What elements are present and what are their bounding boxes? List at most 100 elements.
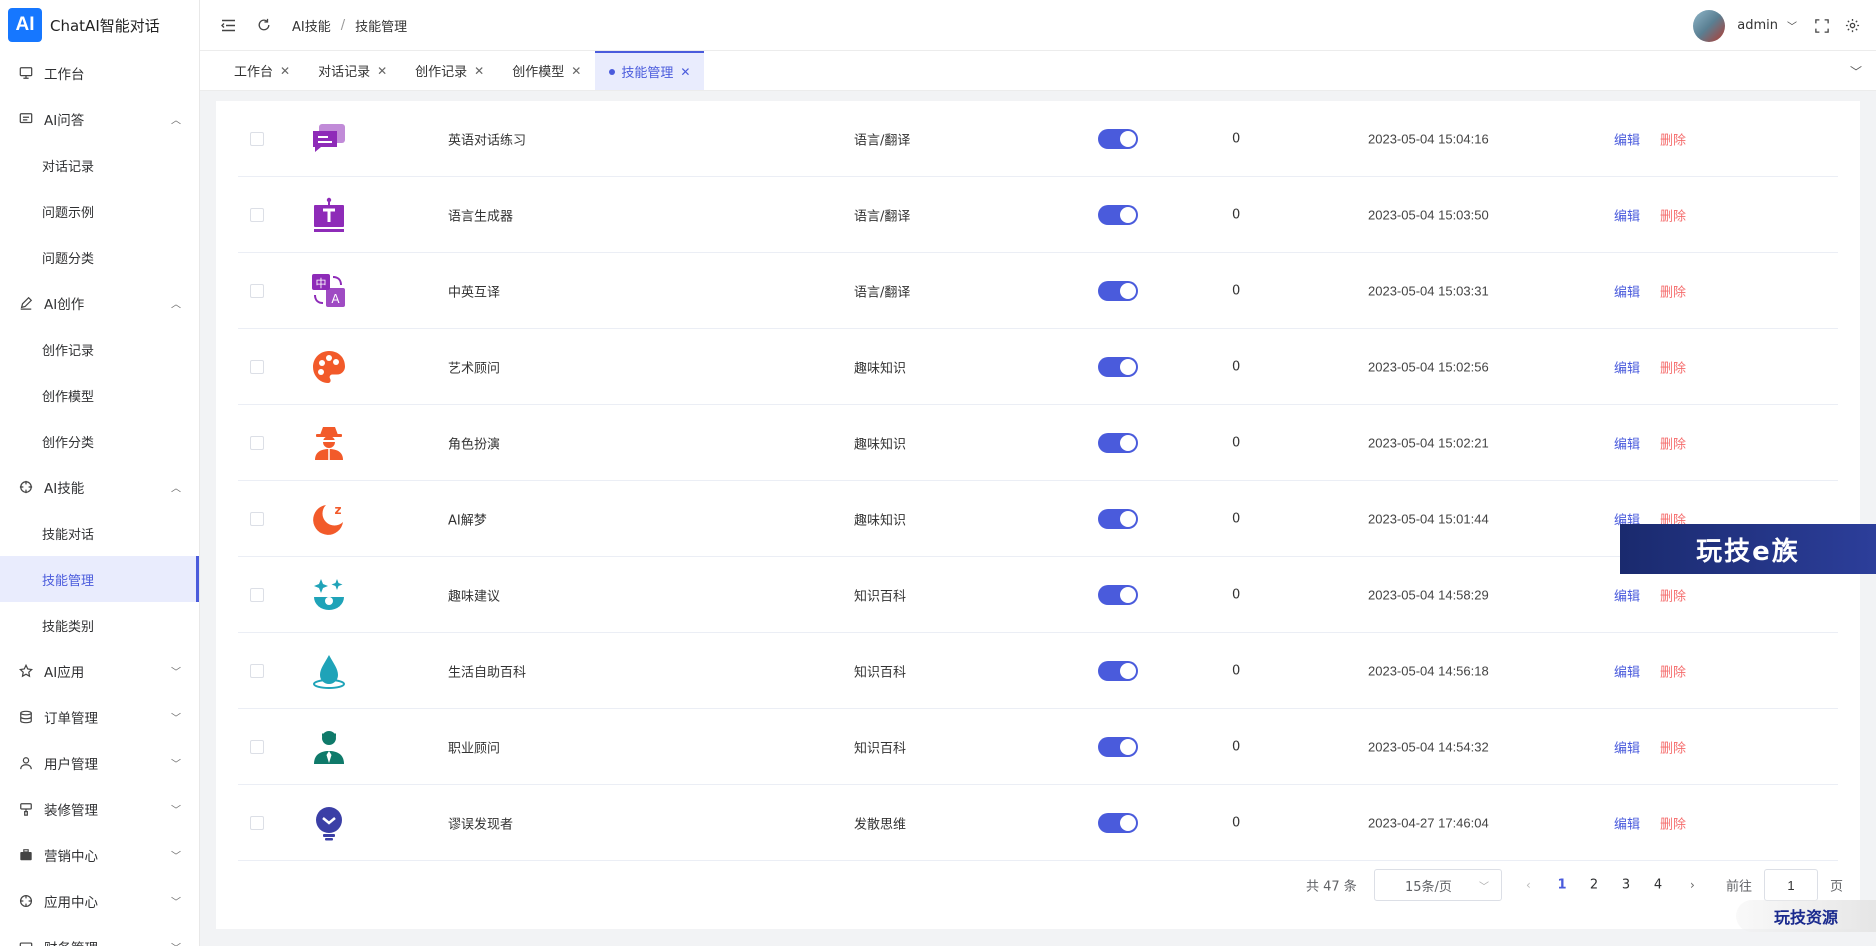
edit-link[interactable]: 编辑 — [1614, 737, 1640, 756]
sidebar-item-label: 工作台 — [44, 67, 85, 83]
sidebar-subitem-creation-categories[interactable]: 创作分类 — [0, 418, 199, 464]
sidebar-item-ai-qa[interactable]: AI问答 ︿ — [0, 96, 199, 142]
pagination-total: 共 47 条 — [1306, 879, 1357, 895]
close-icon[interactable]: ✕ — [280, 64, 290, 78]
row-checkbox[interactable] — [250, 131, 264, 146]
row-checkbox[interactable] — [250, 359, 264, 374]
menu-fold-icon[interactable] — [220, 17, 236, 33]
sidebar-item-app-center[interactable]: 应用中心 ﹀ — [0, 878, 199, 924]
created-time: 2023-05-04 14:56:18 — [1368, 663, 1489, 678]
status-switch[interactable] — [1098, 736, 1138, 757]
delete-link[interactable]: 删除 — [1660, 585, 1686, 604]
sidebar-subitem-skill-chat[interactable]: 技能对话 — [0, 510, 199, 556]
wallet-icon — [18, 939, 34, 946]
row-checkbox[interactable] — [250, 511, 264, 526]
status-switch[interactable] — [1098, 280, 1138, 301]
sidebar-item-workbench[interactable]: 工作台 — [0, 50, 199, 96]
avatar[interactable] — [1693, 9, 1726, 42]
row-checkbox[interactable] — [250, 283, 264, 298]
created-time: 2023-05-04 15:04:16 — [1368, 131, 1489, 146]
sidebar-item-orders[interactable]: 订单管理 ﹀ — [0, 694, 199, 740]
status-switch[interactable] — [1098, 128, 1138, 149]
edit-link[interactable]: 编辑 — [1614, 813, 1640, 832]
status-switch[interactable] — [1098, 660, 1138, 681]
delete-link[interactable]: 删除 — [1660, 661, 1686, 680]
status-switch[interactable] — [1098, 432, 1138, 453]
refresh-icon[interactable] — [256, 17, 272, 33]
tab-label: 创作记录 — [415, 65, 468, 80]
edit-link[interactable]: 编辑 — [1614, 585, 1640, 604]
status-switch[interactable] — [1098, 508, 1138, 529]
status-switch[interactable] — [1098, 584, 1138, 605]
chevron-down-icon[interactable]: ﹀ — [1850, 63, 1862, 80]
delete-link[interactable]: 删除 — [1660, 433, 1686, 452]
sidebar-item-ai-apps[interactable]: AI应用 ﹀ — [0, 648, 199, 694]
gear-icon[interactable] — [1844, 18, 1860, 34]
page-number[interactable]: 1 — [1552, 878, 1572, 893]
skill-category: 知识百科 — [854, 589, 907, 604]
sidebar-item-users[interactable]: 用户管理 ﹀ — [0, 740, 199, 786]
sidebar-item-ai-skills[interactable]: AI技能 ︿ — [0, 464, 199, 510]
row-checkbox[interactable] — [250, 207, 264, 222]
row-checkbox[interactable] — [250, 663, 264, 678]
user-icon — [18, 755, 34, 771]
skill-category: 趣味知识 — [854, 513, 907, 528]
close-icon[interactable]: ✕ — [680, 65, 690, 79]
logo[interactable]: AI ChatAI智能对话 — [0, 0, 199, 50]
sidebar-subitem-question-examples[interactable]: 问题示例 — [0, 188, 199, 234]
page-number[interactable]: 2 — [1584, 878, 1604, 893]
sidebar-item-decoration[interactable]: 装修管理 ﹀ — [0, 786, 199, 832]
edit-link[interactable]: 编辑 — [1614, 357, 1640, 376]
close-icon[interactable]: ✕ — [474, 64, 484, 78]
tab-workbench[interactable]: 工作台 ✕ — [220, 51, 304, 90]
edit-link[interactable]: 编辑 — [1614, 205, 1640, 224]
sidebar-subitem-question-categories[interactable]: 问题分类 — [0, 234, 199, 280]
sidebar-item-marketing[interactable]: 营销中心 ﹀ — [0, 832, 199, 878]
skill-category: 发散思维 — [854, 817, 907, 832]
close-icon[interactable]: ✕ — [571, 64, 581, 78]
page-number[interactable]: 4 — [1648, 878, 1668, 893]
row-checkbox[interactable] — [250, 739, 264, 754]
row-checkbox[interactable] — [250, 587, 264, 602]
goto-page-input[interactable] — [1764, 869, 1818, 901]
username[interactable]: admin — [1737, 18, 1778, 33]
tab-creation-records[interactable]: 创作记录 ✕ — [401, 51, 498, 90]
delete-link[interactable]: 删除 — [1660, 129, 1686, 148]
row-checkbox[interactable] — [250, 815, 264, 830]
delete-link[interactable]: 删除 — [1660, 281, 1686, 300]
delete-link[interactable]: 删除 — [1660, 737, 1686, 756]
delete-link[interactable]: 删除 — [1660, 813, 1686, 832]
edit-link[interactable]: 编辑 — [1614, 129, 1640, 148]
prev-page-icon[interactable]: ‹ — [1526, 878, 1531, 892]
sidebar-item-ai-creation[interactable]: AI创作 ︿ — [0, 280, 199, 326]
delete-link[interactable]: 删除 — [1660, 205, 1686, 224]
status-switch[interactable] — [1098, 356, 1138, 377]
page-number[interactable]: 3 — [1616, 878, 1636, 893]
sidebar-item-label: 营销中心 — [44, 849, 98, 865]
table-row: 语言生成器 语言/翻译 0 2023-05-04 15:03:50 编辑 删除 — [238, 177, 1838, 253]
edit-link[interactable]: 编辑 — [1614, 433, 1640, 452]
sidebar-subitem-creation-models[interactable]: 创作模型 — [0, 372, 199, 418]
edit-link[interactable]: 编辑 — [1614, 281, 1640, 300]
sidebar-subitem-creation-records[interactable]: 创作记录 — [0, 326, 199, 372]
star-icon — [18, 663, 34, 679]
fullscreen-icon[interactable] — [1814, 18, 1830, 34]
status-switch[interactable] — [1098, 812, 1138, 833]
tab-chat-records[interactable]: 对话记录 ✕ — [304, 51, 401, 90]
page-size-select[interactable]: 15条/页 ﹀ — [1374, 869, 1502, 901]
sidebar-subitem-chat-records[interactable]: 对话记录 — [0, 142, 199, 188]
tab-skill-management[interactable]: 技能管理 ✕ — [595, 51, 705, 90]
row-checkbox[interactable] — [250, 435, 264, 450]
status-switch[interactable] — [1098, 204, 1138, 225]
breadcrumb-item[interactable]: AI技能 — [292, 16, 331, 35]
chevron-down-icon[interactable]: ﹀ — [1784, 18, 1800, 34]
next-page-icon[interactable]: › — [1690, 878, 1695, 892]
sidebar-item-finance[interactable]: 财务管理 ﹀ — [0, 924, 199, 946]
tab-creation-models[interactable]: 创作模型 ✕ — [498, 51, 595, 90]
edit-link[interactable]: 编辑 — [1614, 661, 1640, 680]
sidebar-subitem-skill-categories[interactable]: 技能类别 — [0, 602, 199, 648]
close-icon[interactable]: ✕ — [377, 64, 387, 78]
chevron-down-icon: ﹀ — [171, 851, 181, 863]
delete-link[interactable]: 删除 — [1660, 357, 1686, 376]
sidebar-subitem-skill-management[interactable]: 技能管理 — [0, 556, 199, 602]
